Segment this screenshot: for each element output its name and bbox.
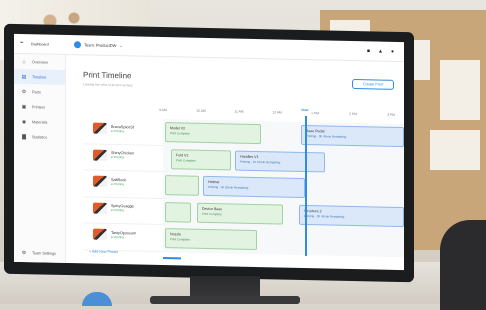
gear-icon: ⚙ [21, 250, 27, 256]
printer-status: ● Printing [111, 128, 134, 132]
sidebar-item-label: Overview [32, 60, 48, 64]
job-name [170, 179, 194, 180]
printer-status: ● Printing [111, 181, 126, 185]
printer-status: ● Printing [111, 234, 136, 239]
home-icon: ⌂ [21, 59, 27, 65]
print-job[interactable]: Device Base Print Complete [197, 202, 283, 224]
timeline-icon: ▤ [21, 74, 27, 80]
background-note [440, 60, 480, 120]
printer-status-label: Printing [114, 235, 124, 239]
sidebar-item-statistics[interactable]: ▇ Statistics [14, 129, 65, 145]
printer-info[interactable]: ShinyChicken ● Printing [93, 149, 134, 161]
sidebar-item-label: Materials [32, 120, 47, 124]
sidebar: ⌂ Overview ▤ Timeline ⚙ Parts ▣ Printers… [14, 54, 66, 263]
job-status: Print Complete [176, 158, 226, 163]
time-tick: 2 PM [349, 112, 357, 116]
material-icon: ◉ [21, 119, 27, 125]
print-job[interactable]: Helmet Printing · 4h 20min Remaining [203, 176, 305, 198]
chart-icon: ▇ [21, 134, 27, 140]
sidebar-item-overview[interactable]: ⌂ Overview [14, 54, 65, 70]
team-name: Team: ProductDW [84, 42, 116, 48]
printer-status: ● Printing [111, 208, 134, 212]
cart-icon[interactable]: ■ [367, 48, 370, 54]
job-status: Print Complete [170, 237, 252, 243]
printer-thumbnail [93, 176, 107, 187]
printer-status: ● Printing [111, 155, 134, 159]
printer-icon: ▣ [21, 104, 27, 110]
print-job[interactable]: Base Pedal Printing · 3h 45min Remaining [301, 125, 404, 147]
time-tick: 3 PM [387, 113, 395, 117]
part-icon: ⚙ [21, 89, 27, 95]
create-print-button[interactable]: Create Print [352, 79, 394, 90]
team-avatar [74, 41, 81, 48]
sidebar-item-label: Printers [32, 105, 45, 109]
printer-thumbnail [93, 149, 107, 160]
printer-status-label: Printing [114, 182, 124, 186]
now-label: Now [302, 108, 309, 112]
time-tick: 1 PM [311, 111, 319, 115]
background-note [430, 130, 480, 170]
monitor-stand-base [150, 296, 300, 304]
print-job[interactable]: Handles V1 Printing · 1h 15min Remaining [235, 150, 325, 172]
sidebar-item-timeline[interactable]: ▤ Timeline [14, 69, 65, 85]
printer-info[interactable]: SaltRock ● Printing [93, 176, 126, 188]
horizontal-scrollbar[interactable] [163, 257, 181, 259]
job-status: Printing · 4h 20min Remaining [208, 185, 300, 191]
time-tick: 9 AM [159, 108, 167, 112]
main-content: Print Timeline Looking live view of all … [67, 55, 404, 270]
background-person [440, 220, 486, 310]
page-subtitle: Looking live view of all print activity [83, 82, 132, 87]
sidebar-item-materials[interactable]: ◉ Materials [14, 114, 65, 130]
job-status: Print Complete [202, 211, 278, 217]
time-tick: 10 AM [196, 109, 205, 113]
sidebar-item-label: Statistics [32, 135, 47, 139]
team-settings-label: Team Settings [32, 251, 56, 256]
printer-status-label: Printing [114, 208, 124, 212]
sidebar-item-label: Parts [32, 90, 41, 94]
bell-icon[interactable]: ▲ [378, 48, 383, 54]
time-tick: 11 AM [234, 110, 243, 114]
team-switcher[interactable]: Team: ProductDW ⌄ [74, 41, 123, 49]
monitor: ⌁ Dashboard Team: ProductDW ⌄ ■ ▲ ● ⌂ Ov… [4, 24, 414, 283]
sidebar-item-parts[interactable]: ⚙ Parts [14, 84, 65, 100]
job-status: Printing · 3h 45min Remaining [304, 213, 399, 219]
logo-icon: ⌁ [20, 41, 28, 46]
job-status: Printing · 3h 45min Remaining [306, 134, 399, 140]
printer-status-label: Printing [114, 129, 124, 133]
app-screen: ⌁ Dashboard Team: ProductDW ⌄ ■ ▲ ● ⌂ Ov… [14, 34, 404, 270]
top-icons: ■ ▲ ● [367, 48, 404, 55]
printer-row: TastyOpossum ● Printing Nozzle Print Com… [83, 223, 404, 256]
time-tick: 12 AM [272, 110, 281, 114]
print-job[interactable]: Fold V1 Print Complete [171, 149, 231, 170]
brand[interactable]: ⌁ Dashboard [14, 41, 66, 47]
printer-info[interactable]: SpicyGuagge ● Printing [93, 202, 134, 214]
printer-thumbnail [93, 202, 107, 213]
brand-label: Dashboard [31, 42, 49, 46]
job-status: Print Complete [170, 131, 256, 137]
job-status: Printing · 1h 15min Remaining [240, 159, 320, 165]
print-job[interactable]: Model V2 Print Complete [165, 122, 261, 144]
user-icon[interactable]: ● [391, 48, 394, 54]
add-printer-button[interactable]: + Add New Printer [89, 249, 118, 254]
sidebar-item-label: Timeline [32, 75, 46, 79]
printer-thumbnail [93, 229, 107, 240]
page-title: Print Timeline [83, 70, 131, 80]
printer-info[interactable]: TastyOpossum ● Printing [93, 229, 136, 241]
printer-thumbnail [93, 123, 107, 134]
print-job[interactable]: Structure 2 Printing · 3h 45min Remainin… [299, 204, 404, 226]
printer-rows: BravaSpiceSt ● Printing Model V2 Print C… [83, 117, 404, 256]
print-job[interactable]: Nozzle Print Complete [165, 228, 257, 250]
printer-info[interactable]: BravaSpiceSt ● Printing [93, 123, 134, 135]
team-settings-link[interactable]: ⚙ Team Settings [14, 250, 66, 257]
now-indicator-line [305, 116, 307, 256]
chevron-down-icon: ⌄ [119, 43, 122, 48]
sidebar-item-printers[interactable]: ▣ Printers [14, 99, 65, 115]
printer-status-label: Printing [114, 155, 124, 159]
print-job[interactable] [165, 175, 199, 196]
print-job[interactable] [165, 202, 191, 223]
